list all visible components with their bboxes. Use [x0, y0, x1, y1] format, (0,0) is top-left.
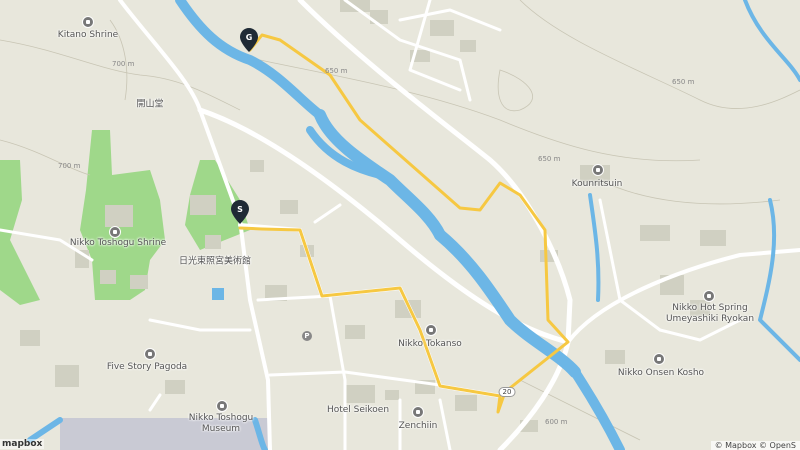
pagoda-icon[interactable]: [144, 348, 156, 360]
contour-label: 600 m: [545, 418, 568, 426]
place-label-nikko-toshogu-shrine[interactable]: Nikko Toshogu Shrine: [70, 238, 166, 248]
hot-spring-icon[interactable]: [703, 290, 715, 302]
place-label-nikko-toshogu-museum[interactable]: Nikko Toshogu Museum: [189, 413, 254, 435]
place-label-hotel-seikoen[interactable]: Hotel Seikoen: [327, 405, 389, 415]
place-label-umeyashiki[interactable]: Nikko Hot Spring Umeyashiki Ryokan: [666, 303, 754, 325]
place-label-zenchiin[interactable]: Zenchiin: [399, 421, 438, 431]
place-label-nikko-tokanso[interactable]: Nikko Tokanso: [398, 339, 462, 349]
hotel-icon[interactable]: [425, 324, 437, 336]
mapbox-logo[interactable]: mapbox: [0, 439, 45, 449]
parking-icon[interactable]: P: [302, 331, 312, 341]
place-label-five-story-pagoda[interactable]: Five Story Pagoda: [107, 362, 187, 372]
place-label-kounritsuin[interactable]: Kounritsuin: [572, 179, 623, 189]
road-shield: 20: [498, 387, 516, 397]
museum-icon[interactable]: [216, 400, 228, 412]
temple-icon[interactable]: [412, 406, 424, 418]
start-marker[interactable]: S: [231, 200, 249, 224]
map-attribution[interactable]: © Mapbox © OpenS: [710, 441, 800, 450]
place-label-kaisando[interactable]: 開山堂: [136, 97, 163, 110]
place-label-toshogu-museum-jp[interactable]: 日光東照宮美術館: [179, 254, 251, 267]
place-label-kitano-shrine[interactable]: Kitano Shrine: [58, 30, 118, 40]
contour-label: 700 m: [112, 60, 135, 68]
goal-marker[interactable]: G: [240, 28, 258, 52]
hotel-icon[interactable]: [653, 353, 665, 365]
start-marker-label: S: [237, 205, 243, 214]
temple-icon[interactable]: [592, 164, 604, 176]
place-label-onsen-kosho[interactable]: Nikko Onsen Kosho: [618, 368, 704, 378]
shrine-icon[interactable]: [82, 16, 94, 28]
contour-label: 700 m: [58, 162, 81, 170]
contour-label: 650 m: [672, 78, 695, 86]
pool: [212, 288, 224, 300]
contour-label: 650 m: [325, 67, 348, 75]
shrine-icon[interactable]: [109, 226, 121, 238]
contour-label: 650 m: [538, 155, 561, 163]
map-view[interactable]: 700 m 700 m 650 m 650 m 650 m 600 m P Ki…: [0, 0, 800, 450]
goal-marker-label: G: [246, 33, 253, 42]
